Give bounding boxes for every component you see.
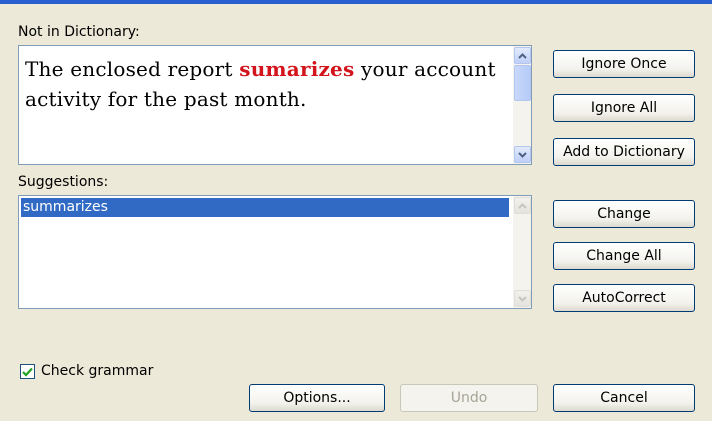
add-to-dictionary-button[interactable]: Add to Dictionary [553,138,695,166]
chevron-down-icon [518,151,527,158]
scroll-up-button[interactable] [514,47,531,64]
text-scrollbar[interactable] [513,46,531,164]
chevron-up-icon [518,202,527,209]
suggestion-item-selected[interactable]: summarizes [21,198,509,217]
suggestions-scrollbar[interactable] [513,196,531,308]
sentence-before: The enclosed report [25,57,240,81]
autocorrect-button[interactable]: AutoCorrect [553,284,695,312]
check-grammar-label: Check grammar [41,363,154,379]
ignore-all-button[interactable]: Ignore All [553,94,695,122]
check-grammar-checkbox[interactable] [20,364,35,379]
scroll-down-button[interactable] [514,146,531,163]
change-button[interactable]: Change [553,200,695,228]
title-bar-edge [0,0,712,4]
undo-button[interactable]: Undo [400,384,538,412]
scroll-thumb[interactable] [514,65,531,101]
scroll-up-button[interactable] [514,197,531,214]
options-button[interactable]: Options... [249,384,385,412]
cancel-button[interactable]: Cancel [553,384,695,412]
chevron-up-icon [518,52,527,59]
misspelled-word: sumarizes [239,57,355,81]
suggestions-list[interactable]: summarizes [18,195,532,309]
change-all-button[interactable]: Change All [553,242,695,270]
suggestions-label: Suggestions: [18,174,109,190]
ignore-once-button[interactable]: Ignore Once [553,50,695,78]
scroll-down-button[interactable] [514,290,531,307]
checkmark-icon [22,367,33,377]
chevron-down-icon [518,295,527,302]
sentence-text[interactable]: The enclosed report sumarizes your accou… [25,54,507,114]
not-in-dictionary-textbox[interactable]: The enclosed report sumarizes your accou… [18,45,532,165]
not-in-dictionary-label: Not in Dictionary: [18,24,140,40]
